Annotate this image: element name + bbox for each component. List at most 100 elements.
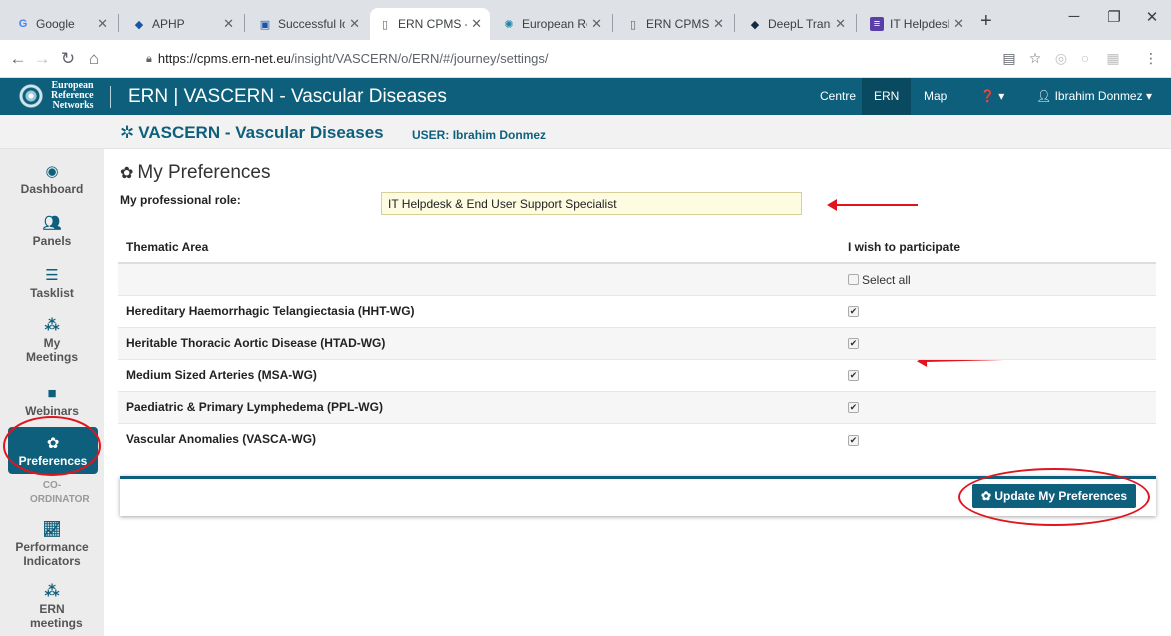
close-icon[interactable]: ✕ [223, 16, 234, 32]
new-tab-icon[interactable]: + [980, 10, 992, 33]
user-menu-label: Ibrahim Donmez ▾ [1054, 89, 1152, 103]
table-row: Heritable Thoracic Aortic Disease (HTAD-… [118, 326, 1156, 359]
close-icon[interactable]: ✕ [713, 16, 724, 32]
app-title: ERN | VASCERN - Vascular Diseases [128, 86, 447, 107]
ern-logo-mark [16, 81, 46, 111]
annotation-circle [3, 416, 101, 476]
select-all-label: Select all [862, 272, 911, 287]
participate-checkbox[interactable]: ✔ [848, 402, 859, 414]
participate-checkbox[interactable]: ✔ [848, 306, 859, 318]
star-icon[interactable]: ☆ [1026, 50, 1044, 67]
users-icon: 👥︎ [42, 215, 62, 232]
table-row: Paediatric & Primary Lymphedema (PPL-WG)… [118, 390, 1156, 423]
participate-checkbox[interactable]: ✔ [848, 338, 859, 350]
coordinator-section-label: CO-ORDINATOR [30, 480, 90, 505]
browser-tab-aphp[interactable]: ◆ APHP ✕ [124, 8, 242, 40]
browser-tab-it-helpdesk[interactable]: ≡ IT Helpdesk ✕ [862, 8, 972, 40]
thematic-areas-table: Thematic Area I wish to participate Sele… [118, 231, 1156, 455]
user-prefix: USER: [412, 128, 450, 142]
sidebar-item-panels[interactable]: 👥︎ Panels [0, 215, 104, 248]
close-icon[interactable]: ✕ [835, 16, 846, 32]
select-all-checkbox[interactable] [848, 274, 859, 286]
close-icon[interactable]: ✕ [349, 16, 360, 32]
participate-checkbox[interactable]: ✔ [848, 370, 859, 382]
extension-icon[interactable]: ◎ [1052, 50, 1070, 67]
home-icon[interactable]: ⌂ [84, 49, 104, 69]
professional-role-input[interactable] [381, 192, 802, 215]
browser-tab-successful[interactable]: ▣ Successful lo ✕ [250, 8, 368, 40]
ern-logo[interactable]: European Reference Networks [16, 81, 94, 111]
close-icon[interactable]: ✕ [953, 16, 964, 32]
menu-icon[interactable]: ⋮ [1142, 50, 1160, 67]
tab-title: ERN CPMS T [646, 17, 710, 31]
chart-icon: 📈︎ [42, 521, 62, 538]
user-menu[interactable]: 👤︎ Ibrahim Donmez ▾ [1024, 78, 1164, 115]
tab-title: Successful lo [278, 17, 346, 31]
list-icon: ≡ [870, 17, 884, 31]
browser-tab-european[interactable]: ✺ European Re ✕ [494, 8, 610, 40]
sidebar-item-label: Performance Indicators [15, 540, 89, 568]
sidebar-item-dashboard[interactable]: ◉ Dashboard [0, 163, 104, 196]
extension-icon[interactable]: ○ [1076, 50, 1094, 66]
forward-icon[interactable]: → [32, 49, 52, 69]
gear-icon: ✿ [120, 165, 134, 182]
sidebar-item-my-meetings[interactable]: ⁂ My Meetings [0, 317, 104, 364]
sidebar-item-label: Tasklist [30, 286, 74, 300]
back-icon[interactable]: ← [8, 49, 28, 69]
address-bar: ← → ↻ ⌂ 🔒︎ https://cpms.ern-net.eu/insig… [0, 40, 1171, 78]
annotation-circle [958, 468, 1150, 526]
sidebar-item-webinars[interactable]: ■ Webinars [0, 385, 104, 418]
window-close-icon[interactable]: ✕ [1142, 8, 1162, 26]
meetings-icon: ⁂ [44, 583, 60, 600]
google-icon: G [18, 18, 28, 30]
translate-icon[interactable]: ▤ [1000, 50, 1018, 67]
browser-tab-deepl[interactable]: ◆ DeepL Transl ✕ [740, 8, 854, 40]
sidebar-item-tasklist[interactable]: ☰ Tasklist [0, 267, 104, 300]
url-path: /insight/VASCERN/o/ERN/#/journey/setting… [290, 51, 549, 66]
maximize-icon[interactable]: ❐ [1104, 8, 1124, 26]
tab-title: European Re [522, 17, 588, 31]
sidebar-item-label: Panels [32, 234, 72, 248]
close-icon[interactable]: ✕ [97, 16, 108, 32]
close-icon[interactable]: ✕ [591, 16, 602, 32]
help-menu[interactable]: ❓ ▾ [968, 78, 1016, 115]
close-icon[interactable]: ✕ [471, 16, 482, 32]
browser-tab-google[interactable]: G Google ✕ [8, 8, 116, 40]
user-icon: 👤︎ [1036, 89, 1055, 103]
professional-role-label: My professional role: [120, 193, 241, 207]
thematic-area-name: Paediatric & Primary Lymphedema (PPL-WG) [118, 390, 840, 423]
thematic-area-name: Vascular Anomalies (VASCA-WG) [118, 422, 840, 455]
column-header-participate: I wish to participate [840, 231, 1156, 264]
doc-icon: ▣ [259, 18, 271, 31]
participate-checkbox[interactable]: ✔ [848, 434, 859, 446]
network-name: VASCERN - Vascular Diseases [138, 123, 384, 142]
user-name: Ibrahim Donmez [452, 128, 547, 142]
minimize-icon[interactable]: ─ [1064, 8, 1084, 25]
dashboard-icon: ◉ [45, 163, 59, 180]
extension-icon[interactable]: ▦ [1104, 50, 1122, 67]
sidebar-item-label: ERN meetings [30, 602, 83, 630]
column-header-thematic-area: Thematic Area [118, 231, 840, 264]
nav-centre[interactable]: Centre [808, 78, 868, 115]
browser-tab-ern-cpms-t[interactable]: ▯ ERN CPMS T ✕ [618, 8, 732, 40]
page-icon: ▯ [381, 18, 389, 31]
current-user: USER: Ibrahim Donmez [412, 128, 546, 142]
nav-ern[interactable]: ERN [862, 78, 912, 115]
nav-map[interactable]: Map [912, 78, 959, 115]
sidebar-item-label: My Meetings [25, 336, 78, 364]
aphp-icon: ◆ [134, 18, 144, 31]
tab-title: Google [36, 17, 75, 31]
sidebar-item-performance-indicators[interactable]: 📈︎ Performance Indicators [0, 521, 104, 568]
url-field[interactable]: 🔒︎ https://cpms.ern-net.eu/insight/VASCE… [146, 47, 982, 71]
reload-icon[interactable]: ↻ [58, 49, 78, 69]
app-header: European Reference Networks ERN | VASCER… [0, 78, 1171, 115]
table-row: Hereditary Haemorrhagic Telangiectasia (… [118, 294, 1156, 327]
browser-tab-ern-cpms-active[interactable]: ▯ ERN CPMS - ✕ [370, 8, 490, 40]
table-row: Medium Sized Arteries (MSA-WG) ✔ [118, 358, 1156, 391]
page-title: ✿ My Preferences [120, 162, 270, 184]
sidebar-item-ern-meetings[interactable]: ⁂ ERN meetings [0, 583, 104, 630]
browser-tab-bar: G Google ✕ ◆ APHP ✕ ▣ Successful lo ✕ ▯ … [0, 0, 1171, 40]
logo-text: Networks [52, 100, 94, 111]
deepl-icon: ◆ [750, 18, 760, 31]
thematic-area-name: Hereditary Haemorrhagic Telangiectasia (… [118, 294, 840, 327]
